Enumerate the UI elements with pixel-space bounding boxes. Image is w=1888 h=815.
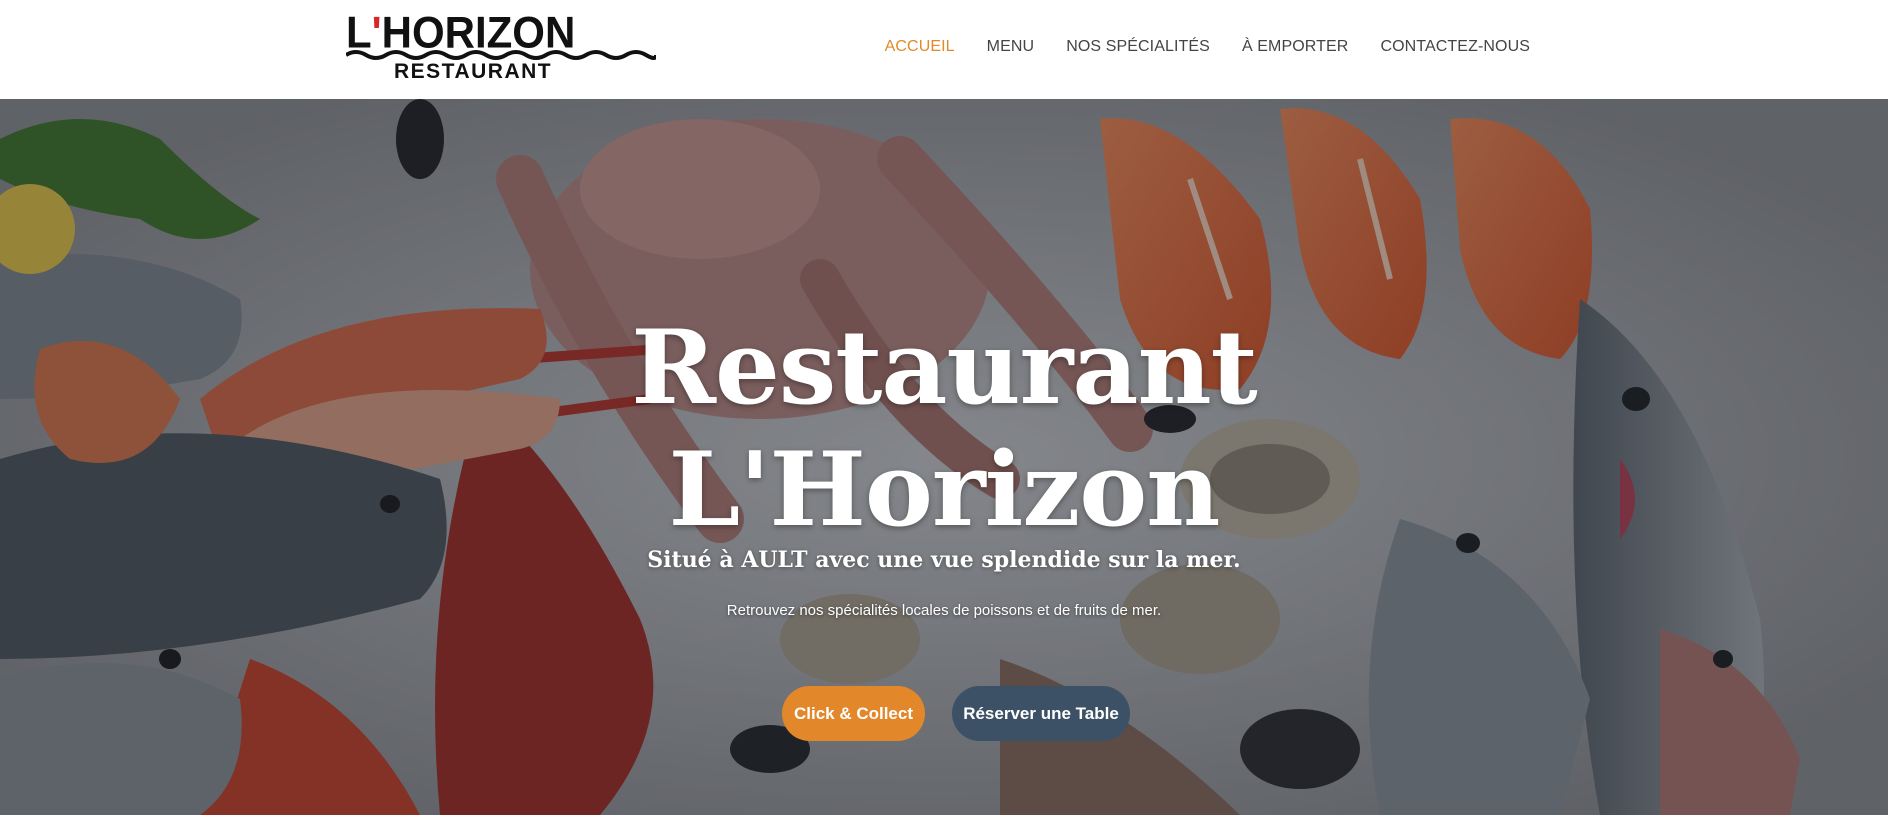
hero-section: Restaurant L'Horizon Situé à AULT avec u… bbox=[0, 99, 1888, 815]
reserve-table-button[interactable]: Réserver une Table bbox=[952, 686, 1130, 741]
hero-title: Restaurant L'Horizon bbox=[0, 307, 1888, 551]
nav-item-menu[interactable]: MENU bbox=[987, 36, 1035, 58]
nav-item-specialites[interactable]: NOS SPÉCIALITÉS bbox=[1066, 36, 1210, 58]
logo-subtitle: RESTAURANT bbox=[394, 60, 553, 83]
click-and-collect-button[interactable]: Click & Collect bbox=[782, 686, 925, 741]
nav-item-a-emporter[interactable]: À EMPORTER bbox=[1242, 36, 1349, 58]
hero-description: Retrouvez nos spécialités locales de poi… bbox=[726, 602, 1162, 619]
nav-item-contact[interactable]: CONTACTEZ-NOUS bbox=[1380, 36, 1530, 58]
hero-title-line1: Restaurant bbox=[631, 308, 1258, 428]
main-navigation: ACCUEIL MENU NOS SPÉCIALITÉS À EMPORTER … bbox=[853, 36, 1530, 58]
hero-subtitle: Situé à AULT avec une vue splendide sur … bbox=[647, 547, 1241, 573]
hero-title-line2: L'Horizon bbox=[668, 430, 1221, 550]
restaurant-logo[interactable]: L'HORIZON RESTAURANT bbox=[346, 10, 656, 84]
site-header: L'HORIZON RESTAURANT ACCUEIL MENU NOS SP… bbox=[0, 0, 1888, 99]
nav-item-accueil[interactable]: ACCUEIL bbox=[885, 36, 955, 58]
